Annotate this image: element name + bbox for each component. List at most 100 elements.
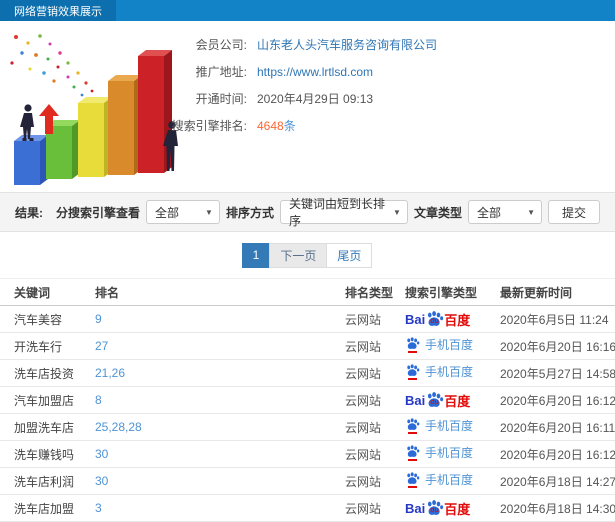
mobile-baidu-logo: 手机百度 — [405, 336, 473, 353]
cell-update-time: 2020年6月20日 16:12 — [500, 440, 615, 468]
baidu-paw-icon — [407, 337, 420, 349]
mobile-baidu-label: 手机百度 — [425, 419, 474, 434]
mobile-baidu-paw — [405, 472, 420, 488]
mobile-baidu-underline — [408, 350, 417, 353]
baidu-logo-bai: Bai — [405, 500, 426, 516]
cell-rank-type: 云网站 — [345, 494, 405, 522]
top-bar: 网络营销效果展示 — [0, 0, 615, 21]
header-update-time: 最新更新时间 — [500, 278, 615, 306]
mobile-baidu-label: 手机百度 — [425, 446, 474, 461]
cell-update-time: 2020年5月27日 14:58 — [500, 359, 615, 387]
header-keyword: 关键词 — [0, 278, 95, 306]
chevron-down-icon: ▼ — [393, 207, 401, 217]
bars — [14, 50, 172, 185]
cell-rank: 25,28,28 — [95, 413, 345, 441]
mobile-baidu-paw — [405, 445, 420, 461]
cell-engine: 手机百度 — [405, 332, 500, 360]
baidu-logo-cn: 百度 — [444, 393, 471, 409]
result-label: 结果: — [15, 205, 43, 220]
mobile-baidu-underline — [408, 431, 417, 434]
baidu-logo-du: du — [430, 399, 439, 406]
rankings-table: 关键词 排名 排名类型 搜索引擎类型 最新更新时间 汽车美容 9 云网站 Bai du 百… — [0, 278, 615, 522]
baidu-paw: du — [425, 500, 444, 516]
cell-rank-type: 云网站 — [345, 386, 405, 414]
baidu-paw: du — [425, 392, 444, 408]
table-row: 加盟洗车店 25,28,28 云网站 手机百度 2020年6月20日 16:11 — [0, 413, 615, 441]
rankcount-value: 4648条 — [257, 117, 296, 134]
cell-engine: 手机百度 — [405, 359, 500, 387]
mobile-baidu-logo: 手机百度 — [405, 363, 473, 380]
cell-rank-type: 云网站 — [345, 467, 405, 495]
table-row: 汽车加盟店 8 云网站 Bai du 百度 2020年6月20日 16:12 — [0, 386, 615, 414]
mobile-baidu-label: 手机百度 — [425, 338, 474, 353]
cell-keyword: 洗车赚钱吗 — [0, 440, 95, 468]
cell-engine: 手机百度 — [405, 467, 500, 495]
cell-update-time: 2020年6月20日 16:11 — [500, 413, 615, 441]
cell-keyword: 洗车店加盟 — [0, 494, 95, 522]
mobile-baidu-underline — [408, 377, 417, 380]
next-page-button[interactable]: 下一页 — [269, 242, 328, 268]
chevron-down-icon: ▼ — [205, 207, 213, 217]
article-type-select[interactable]: 全部 ▼ — [467, 200, 542, 224]
info-row-rankcount: 搜索引擎排名: 4648条 — [165, 112, 615, 139]
cell-rank: 30 — [95, 440, 345, 468]
baidu-logo: Bai du 百度 — [405, 499, 470, 518]
last-page-button[interactable]: 尾页 — [326, 242, 373, 268]
sort-label: 排序方式 — [225, 205, 274, 220]
pagination: 1 下一页 尾页 — [241, 242, 373, 268]
confetti-dots — [10, 34, 94, 97]
cell-rank: 8 — [95, 386, 345, 414]
mobile-baidu-underline — [408, 485, 417, 488]
cell-rank-type: 云网站 — [345, 332, 405, 360]
cell-rank: 30 — [95, 467, 345, 495]
cell-update-time: 2020年6月18日 14:30 — [500, 494, 615, 522]
cell-rank: 27 — [95, 332, 345, 360]
cell-engine: Bai du 百度 — [405, 494, 500, 522]
table-row: 洗车赚钱吗 30 云网站 手机百度 2020年6月20日 16:12 — [0, 440, 615, 468]
baidu-paw-icon — [407, 472, 420, 484]
submit-button[interactable]: 提交 — [547, 200, 600, 224]
engine-filter-label: 分搜索引擎查看 — [55, 205, 140, 220]
opened-label: 开通时间: — [195, 92, 247, 106]
mobile-baidu-logo: 手机百度 — [405, 417, 473, 434]
mobile-baidu-paw — [405, 418, 420, 434]
cell-keyword: 开洗车行 — [0, 332, 95, 360]
table-row: 洗车店加盟 3 云网站 Bai du 百度 2020年6月18日 14:30 — [0, 494, 615, 522]
cell-keyword: 洗车店投资 — [0, 359, 95, 387]
page-title: 网络营销效果展示 — [0, 0, 116, 21]
baidu-logo-cn: 百度 — [444, 312, 471, 328]
company-label: 会员公司: — [195, 38, 247, 52]
company-link[interactable]: 山东老人头汽车服务咨询有限公司 — [257, 36, 437, 53]
cell-rank: 9 — [95, 305, 345, 333]
header-rank: 排名 — [95, 278, 345, 306]
cell-keyword: 加盟洗车店 — [0, 413, 95, 441]
cell-update-time: 2020年6月20日 16:12 — [500, 386, 615, 414]
sort-value: 关键词由短到长排序 — [288, 197, 385, 228]
pagination-wrap: 1 下一页 尾页 — [0, 232, 615, 278]
mobile-baidu-label: 手机百度 — [425, 365, 474, 380]
table-body: 汽车美容 9 云网站 Bai du 百度 2020年6月5日 11:24 开洗车行 27 云网站手… — [0, 305, 615, 522]
baidu-logo: Bai du 百度 — [405, 310, 470, 329]
cell-rank-type: 云网站 — [345, 440, 405, 468]
rankcount-unit: 条 — [283, 119, 296, 133]
table-header-row: 关键词 排名 排名类型 搜索引擎类型 最新更新时间 — [0, 278, 615, 306]
baidu-logo-du: du — [430, 318, 439, 325]
baidu-logo-bai: Bai — [405, 311, 426, 327]
mobile-baidu-label: 手机百度 — [425, 473, 474, 488]
cell-keyword: 汽车美容 — [0, 305, 95, 333]
info-row-url: 推广地址: https://www.lrtlsd.com — [165, 58, 615, 85]
page-1-button[interactable]: 1 — [241, 242, 271, 268]
promotion-url-link[interactable]: https://www.lrtlsd.com — [257, 65, 373, 79]
baidu-paw-icon — [407, 445, 420, 457]
table-row: 洗车店利润 30 云网站 手机百度 2020年6月18日 14:27 — [0, 467, 615, 495]
sort-select[interactable]: 关键词由短到长排序 ▼ — [279, 197, 408, 228]
cell-engine: 手机百度 — [405, 413, 500, 441]
mobile-baidu-logo: 手机百度 — [405, 444, 473, 461]
article-type-value: 全部 — [476, 205, 501, 220]
cell-rank-type: 云网站 — [345, 305, 405, 333]
cell-rank: 21,26 — [95, 359, 345, 387]
filter-bar: 结果: 分搜索引擎查看 全部 ▼ 排序方式 关键词由短到长排序 ▼ 文章类型 全… — [0, 192, 615, 232]
mobile-baidu-logo: 手机百度 — [405, 471, 473, 488]
engine-filter-select[interactable]: 全部 ▼ — [145, 200, 220, 224]
table-row: 汽车美容 9 云网站 Bai du 百度 2020年6月5日 11:24 — [0, 305, 615, 333]
